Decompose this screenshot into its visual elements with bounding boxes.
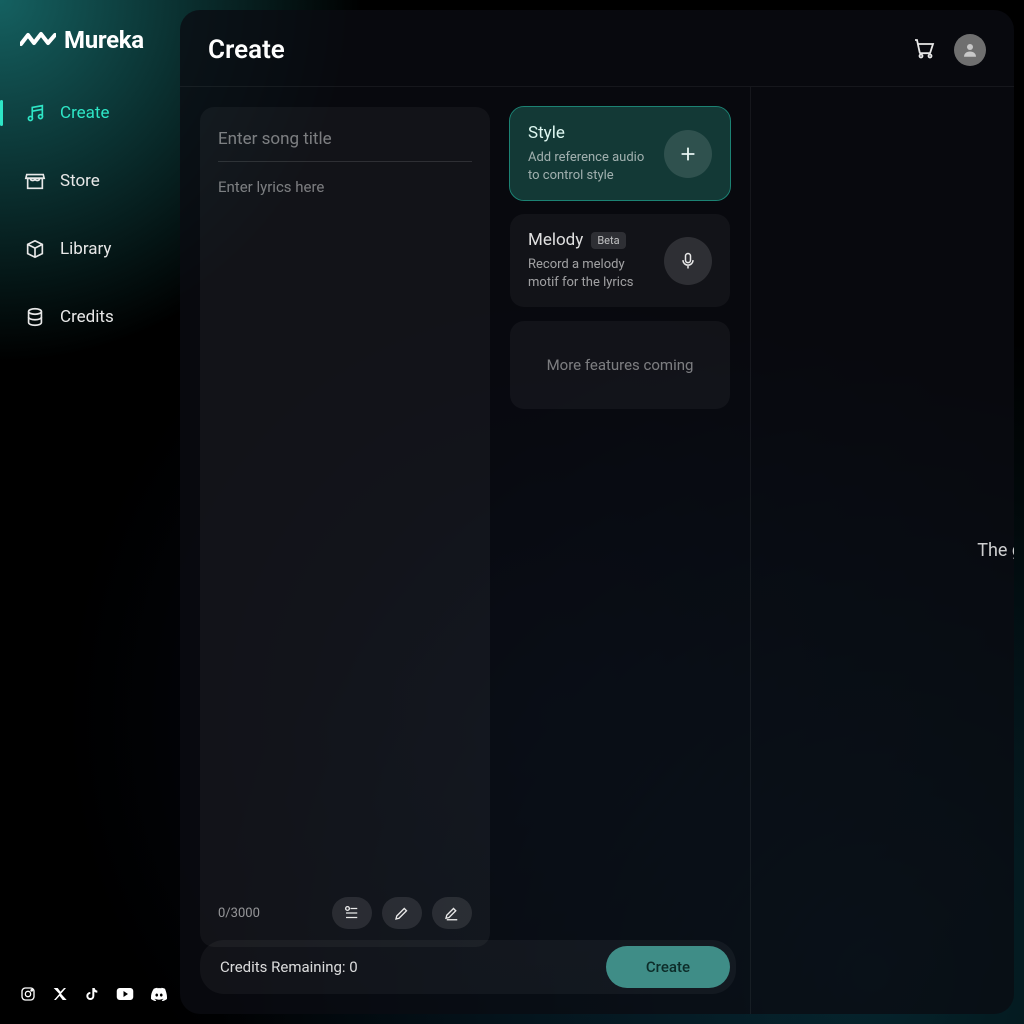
right-pane-text: The g bbox=[977, 540, 1014, 561]
lyrics-panel: 0/3000 bbox=[200, 107, 490, 947]
melody-card-sub: Record a melody motif for the lyrics bbox=[528, 256, 652, 291]
youtube-icon[interactable] bbox=[116, 984, 134, 1004]
footer-bar: Credits Remaining: 0 Create bbox=[200, 940, 736, 994]
store-icon bbox=[24, 170, 46, 192]
more-features-card: More features coming bbox=[510, 321, 730, 409]
melody-record-button[interactable] bbox=[664, 237, 712, 285]
sidebar-item-credits[interactable]: Credits bbox=[0, 298, 180, 336]
sidebar-item-library[interactable]: Library bbox=[0, 230, 180, 268]
char-count: 0/3000 bbox=[218, 906, 260, 921]
style-add-button[interactable] bbox=[664, 130, 712, 178]
x-twitter-icon[interactable] bbox=[52, 984, 68, 1004]
compose-area: 0/3000 bbox=[180, 87, 750, 1014]
nav: Create Store Library Credits bbox=[0, 94, 180, 336]
sidebar-item-create[interactable]: Create bbox=[0, 94, 180, 132]
beta-badge: Beta bbox=[591, 232, 625, 249]
sidebar-item-label: Library bbox=[60, 239, 111, 259]
music-note-icon bbox=[24, 102, 46, 124]
box-icon bbox=[24, 238, 46, 260]
tiktok-icon[interactable] bbox=[84, 984, 100, 1004]
sidebar: Mureka Create Store Library bbox=[0, 0, 180, 1024]
sidebar-item-store[interactable]: Store bbox=[0, 162, 180, 200]
coins-icon bbox=[24, 306, 46, 328]
tool-rewrite-button[interactable] bbox=[432, 897, 472, 929]
avatar[interactable] bbox=[954, 34, 986, 66]
social-links bbox=[0, 984, 180, 1004]
style-card[interactable]: Style Add reference audio to control sty… bbox=[510, 107, 730, 200]
instagram-icon[interactable] bbox=[20, 984, 36, 1004]
main-panel: Create 0/3000 bbox=[180, 10, 1014, 1014]
melody-card[interactable]: Melody Beta Record a melody motif for th… bbox=[510, 214, 730, 307]
logo-mark-icon bbox=[20, 30, 56, 50]
sidebar-item-label: Create bbox=[60, 103, 110, 123]
style-card-title: Style bbox=[528, 123, 565, 143]
discord-icon[interactable] bbox=[150, 984, 168, 1004]
cart-icon[interactable] bbox=[912, 36, 936, 64]
main-header: Create bbox=[180, 10, 1014, 87]
style-card-sub: Add reference audio to control style bbox=[528, 149, 652, 184]
create-button[interactable]: Create bbox=[606, 946, 730, 988]
page-title: Create bbox=[208, 35, 285, 65]
right-pane: The g bbox=[750, 87, 1014, 1014]
tool-edit-button[interactable] bbox=[382, 897, 422, 929]
logo-text: Mureka bbox=[64, 26, 144, 54]
credits-remaining-label: Credits Remaining: 0 bbox=[220, 958, 358, 976]
lyrics-input[interactable] bbox=[218, 176, 472, 887]
sidebar-item-label: Credits bbox=[60, 307, 114, 327]
sidebar-item-label: Store bbox=[60, 171, 100, 191]
logo[interactable]: Mureka bbox=[0, 26, 180, 94]
melody-card-title: Melody bbox=[528, 230, 583, 250]
song-title-input[interactable] bbox=[218, 125, 472, 162]
tool-structure-button[interactable] bbox=[332, 897, 372, 929]
more-features-text: More features coming bbox=[547, 356, 694, 374]
